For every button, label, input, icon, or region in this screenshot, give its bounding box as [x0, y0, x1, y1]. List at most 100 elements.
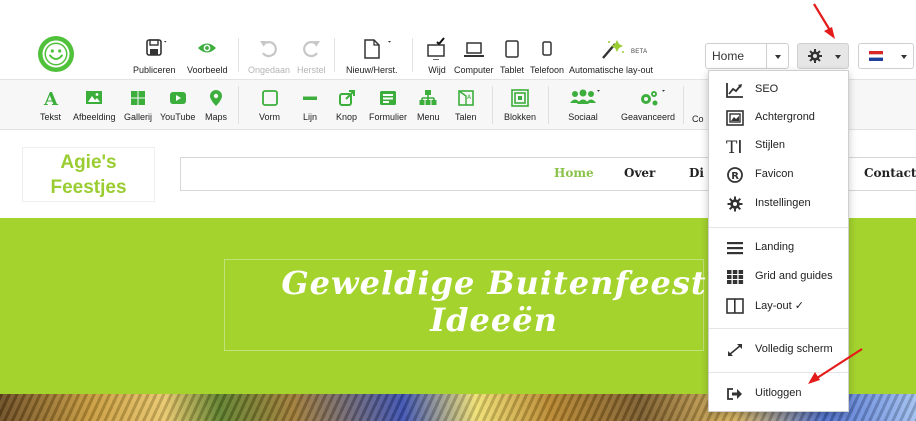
menu-item-landing[interactable]: Landing — [709, 235, 848, 261]
image-icon — [86, 91, 103, 104]
preview-button[interactable]: Voorbeeld — [187, 38, 228, 75]
page-icon — [364, 39, 391, 59]
language-select[interactable] — [858, 43, 914, 69]
menu-item-layout[interactable]: Lay-out ✓ — [709, 293, 848, 319]
menu-item-settings[interactable]: Instellingen — [709, 191, 848, 217]
cogs-icon — [641, 90, 666, 106]
language-icon: A — [457, 90, 474, 106]
insert-blocks-button[interactable]: Blokken — [504, 88, 536, 122]
logout-icon — [727, 388, 742, 400]
page-select-value: Home — [712, 49, 745, 63]
grid-icon — [727, 270, 744, 284]
page-select[interactable]: Home — [705, 43, 789, 69]
insert-maps-button[interactable]: Maps — [205, 88, 227, 122]
undo-label: Ongedaan — [248, 65, 291, 75]
tablet-label: Tablet — [500, 65, 525, 75]
svg-text:T: T — [726, 138, 738, 154]
insert-more-button[interactable]: Co — [692, 114, 704, 124]
svg-text:A: A — [43, 89, 59, 108]
phone-view-button[interactable]: Telefoon — [530, 38, 564, 75]
wide-label: Wijd — [428, 65, 446, 75]
settings-dropdown-menu: SEO Achtergrond T Stijlen R Favicon Inst… — [708, 70, 849, 412]
chevron-down-icon — [766, 44, 788, 68]
sitemap-icon — [419, 90, 437, 105]
chevron-down-icon — [835, 55, 841, 62]
top-toolbar: Publiceren Voorbeeld Ongedaan Herstel Ni… — [0, 0, 916, 80]
insert-line-button[interactable]: Lijn — [300, 88, 320, 122]
publish-label: Publiceren — [133, 65, 176, 75]
menu-item-seo[interactable]: SEO — [709, 77, 848, 103]
undo-icon — [260, 41, 277, 58]
menu-item-grid[interactable]: Grid and guides — [709, 264, 848, 290]
columns-icon — [726, 298, 744, 314]
blocks-icon — [511, 89, 529, 107]
redo-icon — [303, 41, 321, 58]
phone-label: Telefoon — [530, 65, 565, 75]
menu-item-fullscreen[interactable]: Volledig scherm — [709, 337, 848, 363]
dutch-flag-icon — [869, 51, 883, 61]
auto-layout-button[interactable]: Automatische lay-out — [569, 38, 653, 75]
hero-title-line-2: Ideeën — [430, 301, 558, 339]
publish-button[interactable]: Publiceren — [133, 38, 176, 75]
phone-icon — [542, 41, 552, 56]
insert-menu-button[interactable]: Menu — [417, 88, 440, 122]
site-brand[interactable]: Agie's Feestjes — [22, 147, 155, 202]
square-icon — [261, 90, 278, 106]
new-page-button[interactable]: Nieuw/Herst. — [346, 38, 398, 75]
external-link-icon — [338, 90, 355, 106]
monitor-check-icon — [427, 37, 445, 60]
redo-label: Herstel — [297, 65, 326, 75]
tablet-view-button[interactable]: Tablet — [500, 38, 524, 75]
text-styles-icon: T — [726, 138, 741, 154]
insert-languages-button[interactable]: A Talen — [455, 88, 477, 122]
insert-form-button[interactable]: Formulier — [369, 88, 407, 122]
menu-item-logout[interactable]: Uitloggen — [709, 381, 848, 407]
form-icon — [380, 91, 396, 105]
wide-view-button[interactable]: Wijd — [426, 37, 448, 75]
settings-menu-button[interactable] — [797, 43, 849, 69]
chart-line-icon — [726, 83, 743, 98]
new-page-label: Nieuw/Herst. — [346, 65, 398, 75]
insert-gallery-button[interactable]: Gallerij — [124, 88, 152, 122]
nav-item-di[interactable]: Di — [689, 166, 704, 180]
hero-title[interactable]: Geweldige Buitenfeest Ideeën — [224, 265, 764, 339]
smiley-logo-icon[interactable] — [36, 34, 76, 74]
computer-label: Computer — [454, 65, 494, 75]
insert-button-button[interactable]: Knop — [336, 88, 357, 122]
computer-view-button[interactable]: Computer — [454, 38, 494, 75]
line-icon — [303, 96, 317, 100]
gallery-grid-icon — [131, 91, 145, 105]
undo-button[interactable]: Ongedaan — [248, 38, 290, 75]
expand-icon — [728, 344, 742, 356]
svg-text:R: R — [731, 171, 739, 182]
nav-item-over[interactable]: Over — [624, 166, 655, 180]
laptop-icon — [463, 42, 484, 57]
menu-item-background[interactable]: Achtergrond — [709, 105, 848, 131]
insert-image-button[interactable]: Afbeelding — [73, 88, 116, 122]
hamburger-icon — [727, 242, 743, 255]
brand-line-1: Agie's — [60, 152, 117, 173]
text-icon: A — [43, 89, 59, 108]
registered-icon: R — [727, 167, 743, 183]
background-icon — [726, 110, 744, 126]
save-icon — [146, 39, 167, 56]
insert-shape-button[interactable]: Vorm — [259, 88, 280, 122]
brand-line-2: Feestjes — [50, 177, 127, 198]
auto-layout-label: Automatische lay-out — [569, 65, 654, 75]
preview-label: Voorbeeld — [187, 65, 228, 75]
nav-item-home[interactable]: Home — [554, 166, 594, 180]
insert-text-button[interactable]: A Tekst — [40, 88, 61, 122]
gear-icon — [727, 196, 743, 212]
menu-item-favicon[interactable]: R Favicon — [709, 162, 848, 188]
nav-item-contact[interactable]: Contact — [864, 166, 916, 180]
insert-youtube-button[interactable]: YouTube — [160, 88, 195, 122]
hero-title-line-1: Geweldige Buitenfeest — [281, 264, 707, 302]
insert-social-button[interactable]: Sociaal — [565, 88, 601, 122]
menu-item-styles[interactable]: T Stijlen — [709, 133, 848, 159]
redo-button[interactable]: Herstel — [297, 38, 326, 75]
eye-icon — [198, 43, 217, 53]
svg-text:A: A — [467, 94, 472, 101]
map-pin-icon — [210, 90, 222, 106]
gear-icon — [808, 49, 822, 63]
insert-advanced-button[interactable]: Geavanceerd — [621, 88, 675, 122]
